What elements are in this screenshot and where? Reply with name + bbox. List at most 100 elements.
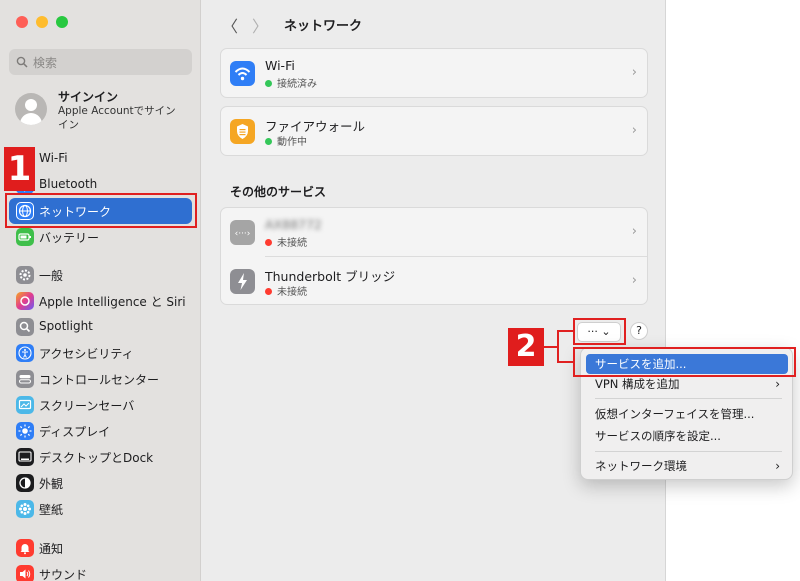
menu-divider xyxy=(595,451,782,452)
close-window-button[interactable] xyxy=(16,16,28,28)
sidebar-item-display[interactable]: ディスプレイ xyxy=(9,418,192,444)
account-signin[interactable]: サインイン Apple Accountでサインイン xyxy=(15,86,195,132)
sidebar: 検索 サインイン Apple Accountでサインイン Wi-Fi Bluet… xyxy=(0,0,201,581)
dock-icon xyxy=(16,448,34,466)
sidebar-item-label: Bluetooth xyxy=(39,177,98,191)
display-icon xyxy=(16,422,34,440)
sidebar-item-label: 一般 xyxy=(39,269,64,283)
service-row-ethernet[interactable]: ‹···› AX88772 未接続 › xyxy=(221,208,647,257)
service-name: AX88772 xyxy=(265,217,322,232)
account-title: サインイン xyxy=(58,90,119,104)
screensaver-icon xyxy=(16,396,34,414)
sidebar-item-appearance[interactable]: 外観 xyxy=(9,470,192,496)
accessibility-icon xyxy=(16,344,34,362)
sidebar-item-wallpaper[interactable]: 壁紙 xyxy=(9,496,192,522)
battery-icon xyxy=(16,228,34,246)
menu-item-set-service-order[interactable]: サービスの順序を設定... xyxy=(586,426,788,446)
annotation-connector xyxy=(544,346,558,348)
chevron-right-icon: › xyxy=(631,224,637,239)
sidebar-item-label: Wi-Fi xyxy=(39,151,68,165)
menu-divider xyxy=(595,398,782,399)
section-title: その他のサービス xyxy=(230,185,327,199)
sidebar-item-desktop-dock[interactable]: デスクトップとDock xyxy=(9,444,192,470)
service-row-thunderbolt[interactable]: Thunderbolt ブリッジ 未接続 › xyxy=(221,257,647,305)
status-dot xyxy=(265,138,272,145)
annotation-highlight-add-service xyxy=(573,347,796,377)
firewall-icon xyxy=(230,119,255,144)
service-status: 動作中 xyxy=(265,133,307,148)
sidebar-item-general[interactable]: 一般 xyxy=(9,262,192,288)
sidebar-item-label: Spotlight xyxy=(39,319,93,333)
sidebar-item-screensaver[interactable]: スクリーンセーバ xyxy=(9,392,192,418)
annotation-connector xyxy=(557,330,574,332)
sidebar-item-label: バッテリー xyxy=(39,231,100,245)
sidebar-item-label: ディスプレイ xyxy=(39,425,111,439)
sidebar-item-label: スクリーンセーバ xyxy=(39,399,135,413)
menu-item-network-location[interactable]: ネットワーク環境 › xyxy=(586,456,788,476)
service-name: Wi-Fi xyxy=(265,58,295,73)
siri-icon xyxy=(16,292,34,310)
wifi-icon xyxy=(230,61,255,86)
svg-text:‹···›: ‹···› xyxy=(235,229,251,239)
sidebar-item-sound[interactable]: サウンド xyxy=(9,561,192,581)
service-status: 接続済み xyxy=(265,75,317,90)
chevron-right-icon: › xyxy=(631,65,637,80)
appearance-icon xyxy=(16,474,34,492)
sidebar-item-apple-intelligence[interactable]: Apple Intelligence と Siri xyxy=(9,288,192,314)
wallpaper-icon xyxy=(16,500,34,518)
chevron-right-icon: › xyxy=(631,123,637,138)
submenu-arrow-icon: › xyxy=(775,377,780,391)
service-row[interactable]: ファイアウォール 動作中 › xyxy=(221,107,647,155)
sidebar-item-wifi[interactable]: Wi-Fi xyxy=(9,146,192,172)
sidebar-item-control-center[interactable]: コントロールセンター xyxy=(9,366,192,392)
chevron-right-icon: › xyxy=(631,273,637,288)
status-dot xyxy=(265,288,272,295)
sidebar-item-label: Apple Intelligence と Siri xyxy=(39,295,186,309)
annotation-badge-2: 2 xyxy=(508,328,544,366)
service-status: 未接続 xyxy=(265,234,307,249)
sidebar-item-label: 外観 xyxy=(39,477,64,491)
search-input[interactable]: 検索 xyxy=(9,49,192,75)
status-dot xyxy=(265,239,272,246)
sidebar-item-spotlight[interactable]: Spotlight xyxy=(9,314,192,340)
service-card-firewall[interactable]: ファイアウォール 動作中 › xyxy=(220,106,648,156)
ethernet-icon: ‹···› xyxy=(230,220,255,245)
magnifier-icon xyxy=(16,318,34,336)
menu-item-add-vpn[interactable]: VPN 構成を追加 › xyxy=(586,374,788,394)
page-title: ネットワーク xyxy=(284,19,363,34)
sidebar-item-label: アクセシビリティ xyxy=(39,347,134,361)
annotation-connector xyxy=(557,330,559,363)
annotation-connector xyxy=(557,361,574,363)
search-placeholder: 検索 xyxy=(33,56,58,70)
annotation-highlight-network xyxy=(5,193,197,228)
status-dot xyxy=(265,80,272,87)
avatar xyxy=(15,93,47,125)
gear-icon xyxy=(16,266,34,284)
help-button[interactable]: ? xyxy=(630,322,648,340)
back-button[interactable]: 〈 xyxy=(222,13,238,37)
sidebar-item-notifications[interactable]: 通知 xyxy=(9,535,192,561)
menu-item-manage-virtual-interfaces[interactable]: 仮想インターフェイスを管理... xyxy=(586,404,788,424)
thunderbolt-icon xyxy=(230,269,255,294)
annotation-badge-1: 1 xyxy=(4,147,35,191)
sidebar-item-label: 壁紙 xyxy=(39,503,64,517)
account-subtitle: Apple Accountでサインイン xyxy=(58,105,176,131)
submenu-arrow-icon: › xyxy=(775,459,780,473)
sidebar-item-label: サウンド xyxy=(39,568,88,581)
service-row[interactable]: Wi-Fi 接続済み › xyxy=(221,49,647,97)
sidebar-item-label: 通知 xyxy=(39,542,64,556)
forward-button[interactable]: 〉 xyxy=(252,13,268,37)
bell-icon xyxy=(16,539,34,557)
minimize-window-button[interactable] xyxy=(36,16,48,28)
search-icon xyxy=(16,56,28,68)
service-card-wifi[interactable]: Wi-Fi 接続済み › xyxy=(220,48,648,98)
other-services-card: ‹···› AX88772 未接続 › Thunderbolt ブリッジ 未接続… xyxy=(220,207,648,305)
control-center-icon xyxy=(16,370,34,388)
sidebar-item-accessibility[interactable]: アクセシビリティ xyxy=(9,340,192,366)
annotation-highlight-more-button xyxy=(573,318,626,345)
zoom-window-button[interactable] xyxy=(56,16,68,28)
sidebar-item-label: デスクトップとDock xyxy=(39,451,154,465)
settings-window: 検索 サインイン Apple Accountでサインイン Wi-Fi Bluet… xyxy=(0,0,666,581)
speaker-icon xyxy=(16,565,34,581)
service-status: 未接続 xyxy=(265,283,307,298)
